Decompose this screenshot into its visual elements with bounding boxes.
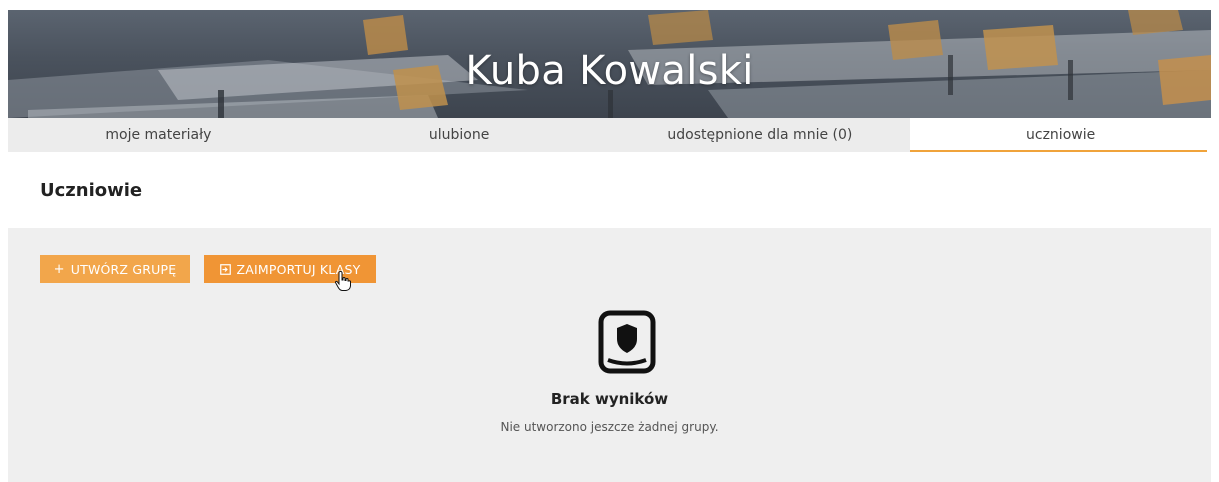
page-title: Kuba Kowalski	[465, 48, 754, 94]
shield-book-icon	[596, 310, 658, 379]
tab-shared-with-me[interactable]: udostępnione dla mnie (0)	[610, 118, 911, 152]
tab-my-materials[interactable]: moje materiały	[8, 118, 309, 152]
import-icon	[219, 263, 231, 275]
hand-cursor-icon	[334, 270, 352, 297]
empty-state-title: Brak wyników	[550, 390, 669, 408]
section-title: Uczniowie	[40, 180, 143, 201]
create-group-button[interactable]: + UTWÓRZ GRUPĘ	[40, 255, 190, 283]
tab-favorites[interactable]: ulubione	[309, 118, 610, 152]
tab-students[interactable]: uczniowie	[910, 118, 1211, 152]
profile-tabs: moje materiały ulubione udostępnione dla…	[8, 118, 1211, 152]
students-panel: + UTWÓRZ GRUPĘ ZAIMPORTUJ KLASY Brak wyn…	[8, 228, 1211, 482]
create-group-label: UTWÓRZ GRUPĘ	[70, 261, 177, 277]
profile-banner: Kuba Kowalski	[8, 10, 1211, 118]
plus-icon: +	[53, 261, 65, 277]
empty-state-subtitle: Nie utworzono jeszcze żadnej grupy.	[500, 420, 719, 434]
